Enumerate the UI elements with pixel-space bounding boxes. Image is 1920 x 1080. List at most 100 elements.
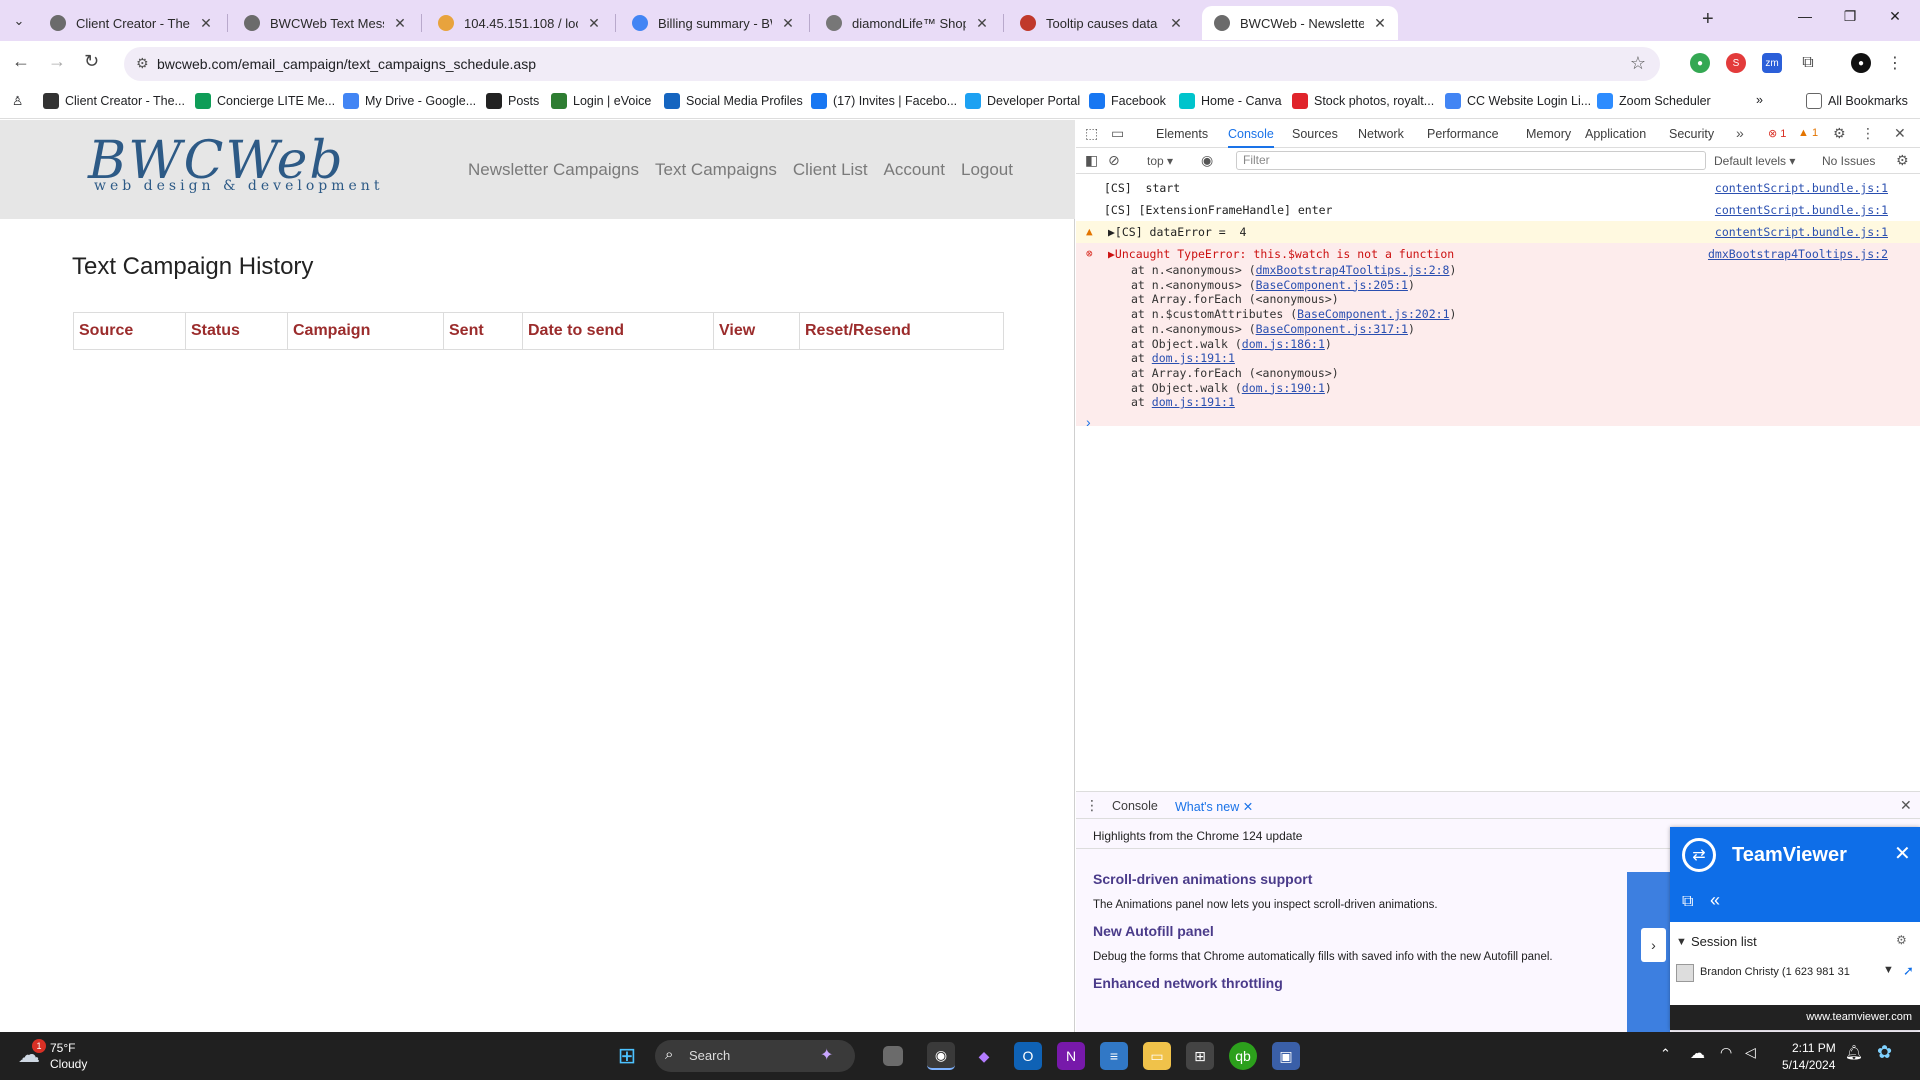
bookmark-item[interactable]: Concierge LITE Me... <box>195 93 335 109</box>
bookmark-item[interactable]: (17) Invites | Facebo... <box>811 93 957 109</box>
extension-shield-icon[interactable]: S <box>1726 53 1746 73</box>
devtools-tab-performance[interactable]: Performance <box>1427 127 1499 141</box>
whats-new-item-title[interactable]: Scroll-driven animations support <box>1093 871 1312 887</box>
forward-arrow-icon[interactable]: → <box>48 51 66 72</box>
clear-console-icon[interactable]: ⊘ <box>1108 152 1120 169</box>
issues-button[interactable]: No Issues <box>1822 154 1875 168</box>
stack-frame-link[interactable]: dom.js:191:1 <box>1152 395 1235 409</box>
new-tab-plus-icon[interactable]: + <box>1702 8 1714 31</box>
teamviewer-expand-arrow-icon[interactable]: › <box>1641 928 1666 962</box>
console-source-link[interactable]: contentScript.bundle.js:1 <box>1715 203 1888 217</box>
nav-link-text-campaigns[interactable]: Text Campaigns <box>655 160 777 180</box>
nav-link-logout[interactable]: Logout <box>961 160 1013 180</box>
teamviewer-collapse-icon[interactable]: « <box>1710 890 1720 911</box>
devtools-tab-application[interactable]: Application <box>1585 127 1646 141</box>
all-bookmarks[interactable]: All Bookmarks <box>1806 93 1908 109</box>
nav-link-newsletter-campaigns[interactable]: Newsletter Campaigns <box>468 160 639 180</box>
address-bar[interactable]: ⚙ bwcweb.com/email_campaign/text_campaig… <box>124 47 1660 81</box>
drawer-close-icon[interactable]: ✕ <box>1900 797 1912 814</box>
notepad-icon[interactable]: ≡ <box>1100 1042 1128 1070</box>
session-list-toggle-icon[interactable]: ▼ <box>1676 936 1687 948</box>
tray-chevron-icon[interactable]: ⌃ <box>1660 1046 1671 1062</box>
devtools-tab-console[interactable]: Console <box>1228 127 1274 148</box>
weather-temp[interactable]: 75°F <box>50 1041 75 1055</box>
tab-close-icon[interactable]: ✕ <box>586 15 602 32</box>
apps-icon[interactable]: ♙ <box>12 93 23 108</box>
microsoft-store-icon[interactable]: ⊞ <box>1186 1042 1214 1070</box>
nav-link-account[interactable]: Account <box>884 160 945 180</box>
minimize-icon[interactable]: — <box>1782 8 1828 24</box>
volume-icon[interactable]: ◁ <box>1745 1044 1756 1061</box>
teamviewer-url[interactable]: www.teamviewer.com <box>1806 1011 1912 1023</box>
more-bookmarks-icon[interactable]: » <box>1756 93 1763 107</box>
stack-frame-link[interactable]: dmxBootstrap4Tooltips.js:2:8 <box>1256 263 1450 277</box>
browser-tab[interactable]: diamondLife™ Shopping Cart ✕ <box>814 6 1000 40</box>
console-source-link[interactable]: contentScript.bundle.js:1 <box>1715 225 1888 239</box>
restore-icon[interactable]: ❐ <box>1827 8 1873 25</box>
session-settings-icon[interactable]: ⚙ <box>1896 933 1907 947</box>
outlook-icon[interactable]: O <box>1014 1042 1042 1070</box>
extension-chrome-ext-icon[interactable]: ● <box>1690 53 1710 73</box>
task-view-icon[interactable] <box>883 1046 903 1066</box>
bookmark-item[interactable]: Facebook <box>1089 93 1166 109</box>
bookmark-item[interactable]: Login | eVoice <box>551 93 651 109</box>
browser-tab[interactable]: BWCWeb Text Message Manage ✕ <box>232 6 418 40</box>
bookmark-item[interactable]: Zoom Scheduler <box>1597 93 1711 109</box>
device-toolbar-icon[interactable]: ▭ <box>1111 125 1124 142</box>
bookmark-item[interactable]: Stock photos, royalt... <box>1292 93 1434 109</box>
profile-avatar[interactable]: ● <box>1851 53 1871 73</box>
file-explorer-icon[interactable]: ▭ <box>1143 1042 1171 1070</box>
stack-frame-link[interactable]: dom.js:191:1 <box>1152 351 1235 365</box>
bookmark-item[interactable]: Posts <box>486 93 539 109</box>
back-arrow-icon[interactable]: ← <box>12 51 30 72</box>
tab-close-icon[interactable]: ✕ <box>392 15 408 32</box>
sidebar-toggle-icon[interactable]: ◧ <box>1085 152 1098 169</box>
whats-new-item-title[interactable]: Enhanced network throttling <box>1093 975 1283 991</box>
taskbar-search[interactable]: ⌕ Search ✦ <box>655 1040 855 1072</box>
whats-new-item-title[interactable]: New Autofill panel <box>1093 923 1214 939</box>
stack-frame-link[interactable]: BaseComponent.js:205:1 <box>1256 278 1408 292</box>
tab-close-icon[interactable]: ✕ <box>1168 15 1184 32</box>
console-filter-input[interactable]: Filter <box>1236 151 1706 170</box>
stack-frame-link[interactable]: dom.js:186:1 <box>1242 337 1325 351</box>
onedrive-icon[interactable]: ☁ <box>1690 1044 1705 1062</box>
devtools-tab-elements[interactable]: Elements <box>1156 127 1208 141</box>
bookmark-item[interactable]: Client Creator - The... <box>43 93 185 109</box>
console-message[interactable]: [CS] start contentScript.bundle.js:1 <box>1076 177 1920 199</box>
console-prompt-icon[interactable]: › <box>1086 414 1091 430</box>
connect-cursor-icon[interactable]: ➚ <box>1903 963 1914 979</box>
window-close-icon[interactable]: ✕ <box>1872 8 1918 25</box>
devtools-close-icon[interactable]: ✕ <box>1894 125 1906 142</box>
site-logo[interactable]: BWCWeb web design & development <box>88 135 388 198</box>
notification-bell-icon[interactable]: 🔔︎ <box>1845 1044 1863 1061</box>
tab-close-icon[interactable]: ✕ <box>1372 15 1388 32</box>
browser-tab[interactable]: BWCWeb - Newsletter System ✕ <box>1202 6 1398 40</box>
extensions-puzzle-icon[interactable]: ⧉ <box>1798 53 1818 73</box>
chrome-taskbar-icon[interactable]: ◉ <box>927 1042 955 1070</box>
context-select[interactable]: top ▾ <box>1147 154 1173 168</box>
bookmark-item[interactable]: CC Website Login Li... <box>1445 93 1591 109</box>
devtools-settings-icon[interactable]: ⚙ <box>1833 125 1846 142</box>
devtools-menu-icon[interactable]: ⋮ <box>1861 125 1875 142</box>
windows-start-icon[interactable]: ⊞ <box>613 1042 641 1070</box>
console-message[interactable]: ⊗ ▶Uncaught TypeError: this.$watch is not… <box>1076 243 1920 426</box>
log-levels-select[interactable]: Default levels ▾ <box>1714 154 1795 168</box>
error-count-badge[interactable]: ⊗ 1 <box>1768 127 1786 140</box>
bookmark-item[interactable]: Developer Portal <box>965 93 1080 109</box>
devtools-tab-network[interactable]: Network <box>1358 127 1404 141</box>
bookmark-item[interactable]: Social Media Profiles <box>664 93 803 109</box>
drawer-tab-console[interactable]: Console <box>1112 799 1158 813</box>
remote-app-icon[interactable]: ▣ <box>1272 1042 1300 1070</box>
teamviewer-close-icon[interactable]: ✕ <box>1894 841 1911 866</box>
tab-search-chevron-icon[interactable]: ⌄ <box>6 8 32 34</box>
bookmark-item[interactable]: Home - Canva <box>1179 93 1282 109</box>
drawer-menu-icon[interactable]: ⋮ <box>1085 797 1099 814</box>
teamviewer-copy-icon[interactable]: ⧉ <box>1682 893 1693 911</box>
browser-tab[interactable]: 104.45.151.108 / localhost / bw ✕ <box>426 6 612 40</box>
console-source-link[interactable]: contentScript.bundle.js:1 <box>1715 181 1888 195</box>
console-source-link[interactable]: dmxBootstrap4Tooltips.js:2 <box>1708 247 1888 261</box>
console-message[interactable]: [CS] [ExtensionFrameHandle] enter content… <box>1076 199 1920 221</box>
tab-close-icon[interactable]: ✕ <box>974 15 990 32</box>
devtools-tab-sources[interactable]: Sources <box>1292 127 1338 141</box>
chrome-menu-icon[interactable]: ⋮ <box>1885 53 1905 73</box>
